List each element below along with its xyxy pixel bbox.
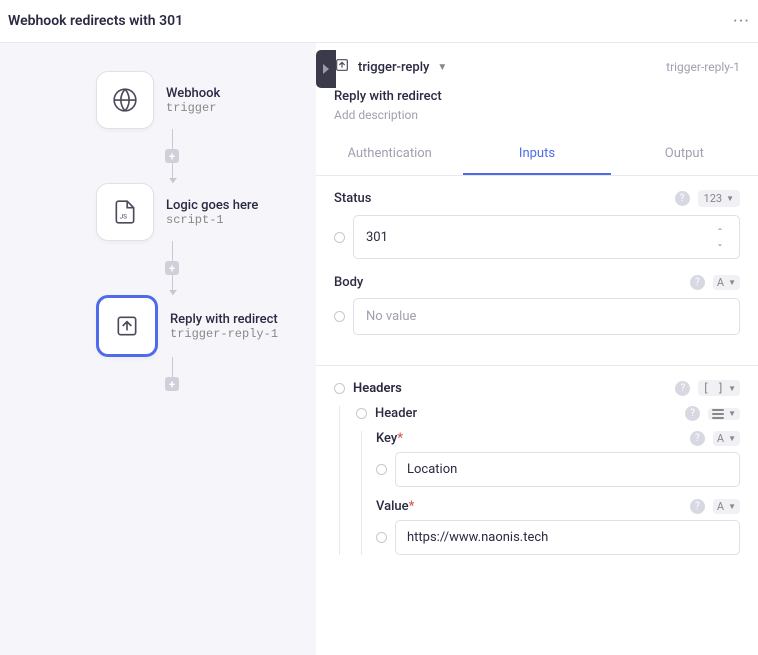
node-title: Reply with redirect (170, 312, 278, 327)
help-icon[interactable]: ? (685, 406, 700, 421)
caret-down-icon: ▼ (728, 502, 736, 511)
bracket-icon: [ ] (702, 381, 724, 395)
stepper-down-icon[interactable]: ⌄ (713, 238, 727, 248)
status-label: Status (334, 191, 371, 206)
help-icon[interactable]: ? (690, 275, 705, 290)
panel-header: trigger-reply ▼ trigger-reply-1 (316, 43, 758, 81)
header-value-label: Value* (376, 499, 414, 514)
body-input-field[interactable] (366, 309, 727, 324)
field-radio[interactable] (334, 311, 345, 322)
panel-tabs: Authentication Inputs Output (316, 134, 758, 176)
chevron-down-icon[interactable]: ▼ (437, 62, 447, 73)
svg-text:JS: JS (120, 213, 128, 221)
page-header: Webhook redirects with 301 ··· (0, 0, 758, 43)
workflow-node-webhook[interactable]: Webhook trigger (28, 71, 288, 129)
reply-upload-icon (334, 57, 350, 77)
stepper-up-icon[interactable]: ⌃ (713, 226, 727, 236)
panel-node-name[interactable]: trigger-reply (358, 60, 429, 75)
header-key-label: Key* (376, 431, 403, 446)
panel-meta: Reply with redirect Add description (316, 81, 758, 134)
help-icon[interactable]: ? (675, 191, 690, 206)
caret-down-icon: ▼ (728, 434, 736, 443)
node-subtitle: script-1 (166, 213, 258, 227)
type-badge-array[interactable]: [ ] ▼ (698, 380, 740, 396)
tab-inputs[interactable]: Inputs (463, 134, 610, 175)
panel-description-input[interactable]: Add description (334, 108, 740, 122)
field-radio[interactable] (356, 408, 367, 419)
status-input-field[interactable] (366, 230, 713, 245)
type-badge-number[interactable]: 123 ▼ (698, 190, 740, 207)
node-title: Webhook (166, 86, 220, 101)
type-badge-text[interactable]: A ▼ (713, 275, 740, 290)
header-key-input[interactable] (395, 452, 740, 487)
globe-icon (96, 71, 154, 129)
workflow-node-script[interactable]: JS Logic goes here script-1 (28, 183, 288, 241)
type-badge-text[interactable]: A ▼ (713, 431, 740, 446)
body-label: Body (334, 275, 363, 290)
workflow-canvas[interactable]: Webhook trigger + JS Lo (0, 43, 316, 655)
workflow-node-reply[interactable]: Reply with redirect trigger-reply-1 (28, 295, 288, 357)
script-file-icon: JS (96, 183, 154, 241)
header-item-label: Header (375, 406, 677, 421)
page-title: Webhook redirects with 301 (8, 13, 183, 29)
tab-authentication[interactable]: Authentication (316, 134, 463, 175)
field-radio[interactable] (334, 383, 345, 394)
add-node-button[interactable]: + (165, 149, 179, 163)
list-icon (712, 409, 724, 419)
node-title: Logic goes here (166, 198, 258, 213)
help-icon[interactable]: ? (690, 431, 705, 446)
node-subtitle: trigger-reply-1 (170, 327, 278, 341)
properties-panel: trigger-reply ▼ trigger-reply-1 Reply wi… (316, 43, 758, 655)
caret-down-icon: ▼ (728, 409, 736, 418)
field-radio[interactable] (376, 464, 387, 475)
caret-down-icon: ▼ (728, 278, 736, 287)
help-icon[interactable]: ? (690, 499, 705, 514)
node-subtitle: trigger (166, 101, 220, 115)
add-node-button[interactable]: + (165, 261, 179, 275)
main: Webhook trigger + JS Lo (0, 43, 758, 655)
caret-down-icon: ▼ (728, 384, 736, 393)
panel-title-input[interactable]: Reply with redirect (334, 89, 740, 104)
more-menu-icon[interactable]: ··· (733, 11, 750, 32)
type-badge-object[interactable]: ▼ (708, 408, 740, 420)
headers-section: Headers ? [ ] ▼ Header ? ▼ (316, 365, 758, 581)
header-value-input[interactable] (395, 520, 740, 555)
body-input[interactable] (353, 298, 740, 335)
type-badge-text[interactable]: A ▼ (713, 499, 740, 514)
panel-node-id: trigger-reply-1 (666, 60, 740, 74)
caret-down-icon: ▼ (726, 194, 734, 203)
field-radio[interactable] (376, 532, 387, 543)
inputs-form: Status ? 123 ▼ ⌃ ⌄ (316, 176, 758, 365)
field-radio[interactable] (334, 232, 345, 243)
status-input[interactable]: ⌃ ⌄ (353, 215, 740, 259)
add-node-button[interactable]: + (165, 377, 179, 391)
tab-output[interactable]: Output (611, 134, 758, 175)
header-key-field[interactable] (407, 462, 728, 477)
headers-label: Headers (353, 381, 667, 396)
reply-upload-icon (96, 295, 158, 357)
collapse-panel-toggle[interactable] (316, 50, 336, 88)
help-icon[interactable]: ? (675, 381, 690, 396)
header-value-field[interactable] (407, 530, 728, 545)
